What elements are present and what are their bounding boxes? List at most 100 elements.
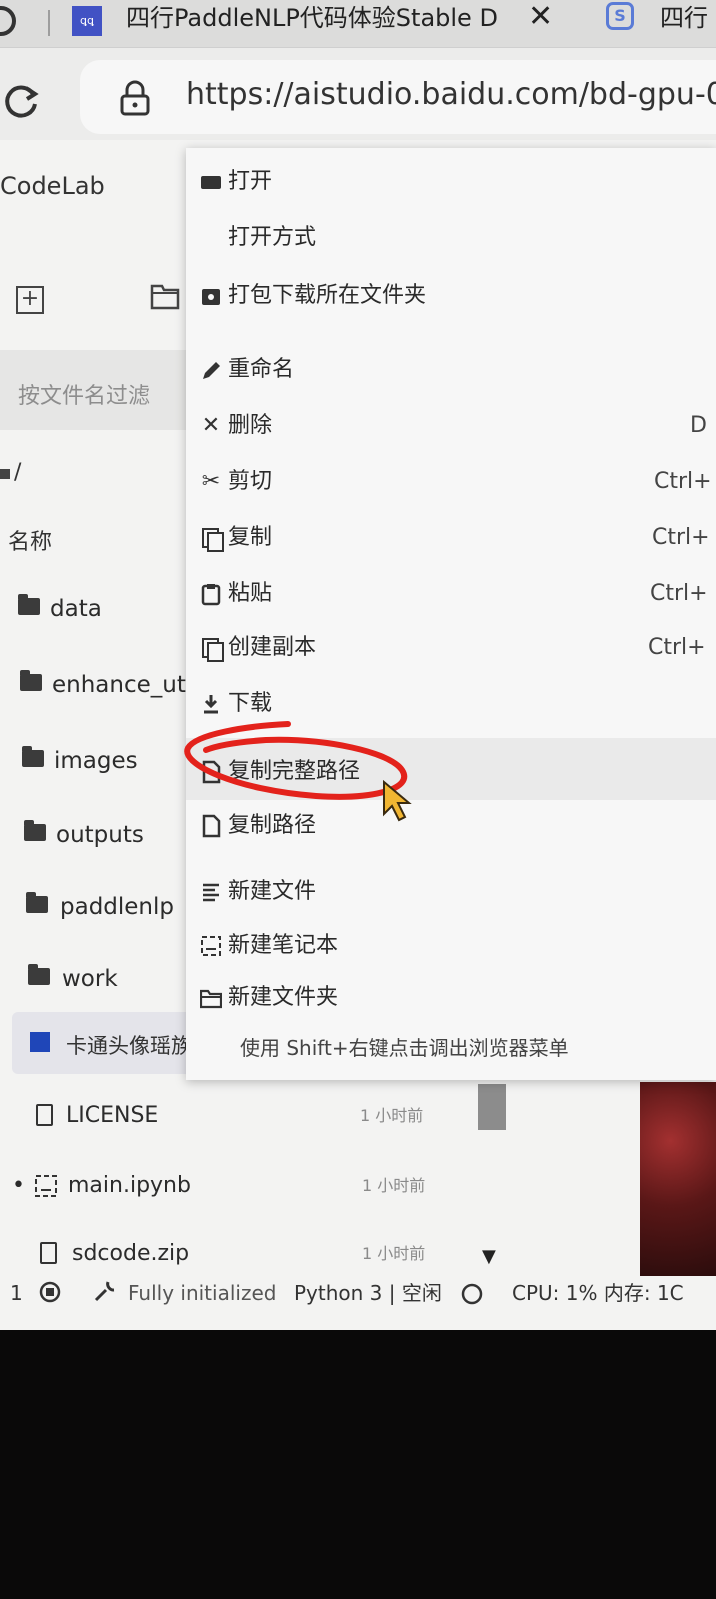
file-modified: 1 小时前 xyxy=(362,1176,426,1195)
file-label: LICENSE xyxy=(66,1103,159,1128)
image-file-icon xyxy=(30,1032,50,1052)
menu-item-new-notebook[interactable]: 新建笔记本 xyxy=(186,926,716,970)
file-modified: 1 小时前 xyxy=(362,1244,426,1263)
menu-item-open-with[interactable]: 打开方式 xyxy=(186,218,716,262)
menu-item-label: 创建副本 xyxy=(228,635,317,660)
menu-item-label: 粘贴 xyxy=(228,581,273,606)
menu-shortcut: Ctrl+ xyxy=(648,635,706,660)
text-file-icon xyxy=(203,883,219,902)
breadcrumb[interactable]: / xyxy=(0,460,21,485)
list-item[interactable]: sdcode.zip 1 小时前 xyxy=(0,1236,480,1276)
file-icon xyxy=(36,1104,53,1126)
menu-item-cut[interactable]: ✂ 剪切 Ctrl+ xyxy=(186,462,716,506)
close-icon: ✕ xyxy=(201,413,221,438)
folder-label: images xyxy=(54,748,138,774)
init-status: Fully initialized xyxy=(128,1281,277,1305)
pencil-icon xyxy=(203,362,220,379)
list-item[interactable]: paddlenlp xyxy=(0,886,200,932)
menu-item-label: 剪切 xyxy=(228,469,273,494)
copy-icon xyxy=(200,636,224,662)
menu-shortcut: Ctrl+ xyxy=(654,469,712,494)
kernel-icon[interactable] xyxy=(38,1280,62,1304)
reload-icon[interactable] xyxy=(2,82,40,120)
tab-separator xyxy=(48,10,50,36)
lock-icon[interactable] xyxy=(118,80,152,116)
image-preview xyxy=(640,1082,716,1278)
new-folder-icon xyxy=(200,989,222,1009)
menu-item-label: 重命名 xyxy=(228,357,295,382)
screen: ꝗꝗ 四行PaddleNLP代码体验Stable D ✕ S 四行 https:… xyxy=(0,0,716,1330)
menu-shortcut: Ctrl+ xyxy=(652,525,710,550)
name-column-header[interactable]: 名称 xyxy=(8,524,52,556)
list-item[interactable]: data xyxy=(0,588,200,634)
menu-hint: 使用 Shift+右键点击调出浏览器菜单 xyxy=(240,1036,569,1060)
folder-icon xyxy=(26,892,48,913)
menu-shortcut: Ctrl+ xyxy=(650,581,708,606)
menu-item-label: 复制 xyxy=(228,525,273,550)
menu-item-delete[interactable]: ✕ 删除 D xyxy=(186,406,716,450)
clipboard-icon xyxy=(201,584,221,606)
file-label: main.ipynb xyxy=(68,1173,191,1198)
folder-label: data xyxy=(50,596,102,622)
menu-item-open[interactable]: 打开 xyxy=(186,162,716,206)
menu-item-label: 打开方式 xyxy=(228,225,317,250)
folder-icon xyxy=(18,594,40,615)
kernel-idle-icon xyxy=(461,1283,483,1305)
menu-item-duplicate[interactable]: 创建副本 Ctrl+ xyxy=(186,628,716,672)
active-tab-title[interactable]: 四行PaddleNLP代码体验Stable D xyxy=(126,0,516,40)
resource-usage: CPU: 1% 内存: 1C xyxy=(512,1281,684,1305)
selected-file-label: 卡通头像瑶族3 xyxy=(66,1034,206,1058)
unsaved-dot: • xyxy=(12,1173,25,1198)
folder-icon xyxy=(28,964,50,985)
menu-item-download-folder-zip[interactable]: 打包下载所在文件夹 xyxy=(186,276,716,320)
scissors-icon: ✂ xyxy=(201,469,221,494)
menu-item-label: 新建文件 xyxy=(228,879,317,904)
tab-favicon-icon: ꝗꝗ xyxy=(72,6,102,36)
folder-label: work xyxy=(62,966,118,992)
kernel-status[interactable]: Python 3 | 空闲 xyxy=(294,1280,442,1306)
file-label: sdcode.zip xyxy=(72,1241,190,1266)
menu-item-label: 打包下载所在文件夹 xyxy=(228,283,427,308)
list-item[interactable]: LICENSE 1 小时前 xyxy=(0,1098,480,1138)
tools-icon[interactable] xyxy=(92,1278,118,1304)
menu-item-label: 新建笔记本 xyxy=(228,933,339,958)
app-title: CodeLab xyxy=(0,172,105,200)
mouse-cursor-icon xyxy=(383,780,412,822)
list-item[interactable]: work xyxy=(0,958,200,1004)
scrollbar-thumb[interactable] xyxy=(478,1084,506,1130)
list-item[interactable]: enhance_utils xyxy=(0,664,211,710)
scroll-down-icon[interactable]: ▼ xyxy=(482,1246,496,1267)
file-icon xyxy=(40,1242,57,1264)
url-text[interactable]: https://aistudio.baidu.com/bd-gpu-04 xyxy=(186,72,716,118)
archive-icon xyxy=(202,289,220,305)
next-tab-title[interactable]: 四行 xyxy=(660,0,708,36)
menu-item-label: 删除 xyxy=(228,413,273,438)
menu-item-paste[interactable]: 粘贴 Ctrl+ xyxy=(186,574,716,618)
menu-shortcut: D xyxy=(690,413,707,438)
list-item[interactable]: outputs xyxy=(0,814,200,860)
list-item[interactable]: • main.ipynb 1 小时前 xyxy=(0,1168,480,1208)
folder-icon xyxy=(201,176,221,189)
new-folder-icon[interactable] xyxy=(150,282,180,310)
menu-item-new-folder[interactable]: 新建文件夹 xyxy=(186,978,716,1022)
next-tab-favicon-icon[interactable]: S xyxy=(606,2,634,30)
notebook-icon xyxy=(35,1175,57,1197)
folder-icon xyxy=(20,670,42,691)
folder-label: paddlenlp xyxy=(60,894,175,920)
tab-close-icon[interactable]: ✕ xyxy=(528,0,553,34)
folder-icon xyxy=(24,820,46,841)
copy-icon xyxy=(200,526,224,552)
new-launcher-button[interactable]: + xyxy=(16,286,44,314)
folder-icon xyxy=(22,746,44,767)
menu-item-new-file[interactable]: 新建文件 xyxy=(186,872,716,916)
menu-item-label: 打开 xyxy=(228,169,273,194)
folder-label: outputs xyxy=(56,822,144,848)
filter-placeholder: 按文件名过滤 xyxy=(18,384,151,409)
current-path: / xyxy=(14,460,22,485)
menu-item-rename[interactable]: 重命名 xyxy=(186,350,716,394)
notebook-icon xyxy=(201,936,221,956)
menu-item-label: 新建文件夹 xyxy=(228,985,339,1010)
file-modified: 1 小时前 xyxy=(360,1106,424,1125)
list-item[interactable]: images xyxy=(0,740,200,786)
menu-item-copy[interactable]: 复制 Ctrl+ xyxy=(186,518,716,562)
